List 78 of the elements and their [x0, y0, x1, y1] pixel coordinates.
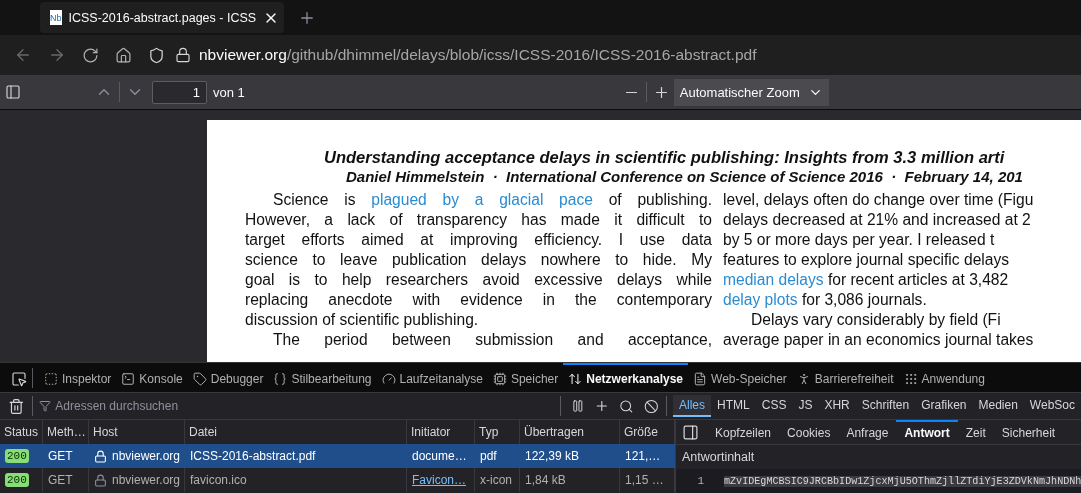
forward-icon[interactable] [48, 46, 66, 64]
devtools-tab[interactable]: Konsole [116, 363, 188, 392]
devtools-tab[interactable]: Speicher [487, 363, 564, 392]
up-down-arrows-icon [568, 371, 583, 386]
type-filter-button[interactable]: Grafiken [915, 395, 973, 417]
devtools-tab[interactable]: Anwendung [898, 363, 990, 392]
frame-icon [44, 371, 58, 386]
details-tab[interactable]: Zeit [957, 420, 994, 444]
table-cell[interactable]: ICSS-2016-abstract.pdf [185, 444, 407, 468]
panel-toggle-icon[interactable] [682, 423, 699, 441]
filter-icon [39, 400, 52, 412]
devtools-tab[interactable]: Barrierefreiheit [791, 363, 899, 392]
page-number-field[interactable]: 1 [152, 80, 207, 104]
details-tab[interactable]: Kopfzeilen [707, 420, 780, 444]
document-title: Understanding acceptance delays in scientific publishing: Insights from 3.3 million arti [323, 147, 1006, 167]
paragraph: Science is plagued by a glacial pace of publishing. However, a lack of transparency has made it difficult to target efforts aimed at improving efficiency. I use data science to leave publication delays nowhere to hide. My goal is to help researchers avoid excessive delays while replacing anecdote with evidence in the contemporary discussion of scientific publishing. [245, 190, 712, 330]
type-filter-button[interactable]: Medien [972, 395, 1024, 417]
trash-icon[interactable] [8, 397, 25, 415]
type-filter-button[interactable]: CSS [755, 395, 793, 417]
search-icon[interactable] [619, 398, 635, 414]
gauge-icon [381, 371, 396, 386]
link[interactable]: plagued by a glacial pace [371, 191, 593, 208]
site-icon: Nb [50, 10, 62, 25]
terminal-icon [121, 371, 136, 386]
link[interactable]: delay plots [723, 291, 798, 308]
filter-field[interactable]: Adressen durchsuchen [33, 394, 560, 418]
section-heading: Antwortinhalt [681, 449, 756, 466]
block-icon[interactable] [643, 398, 659, 414]
type-filter-button[interactable]: HTML [711, 395, 756, 417]
paragraph: Delays vary considerably by field (Fi average paper in an economics journal takes [723, 310, 1035, 350]
table-cell[interactable]: 121,… [620, 444, 675, 468]
pause-icon[interactable] [570, 399, 585, 413]
chip-icon [492, 371, 507, 386]
browser-tab[interactable]: Nb ICSS-2016-abstract.pages - ICSS [40, 2, 284, 33]
type-filter-button[interactable]: JS [792, 395, 819, 417]
document-icon [693, 371, 707, 386]
devtools-tab[interactable]: Inspektor [39, 363, 117, 392]
plus-icon[interactable] [594, 398, 610, 414]
details-tab[interactable]: Anfrage [838, 420, 897, 444]
table-cell[interactable]: 122,39 kB [520, 444, 620, 468]
lock-icon [94, 449, 107, 463]
zoom-select[interactable]: Automatischer Zoom [673, 78, 829, 106]
status-code: 200 [5, 473, 29, 487]
lock-icon [175, 47, 191, 63]
host-name: nbviewer.org [112, 449, 181, 463]
tag-icon [192, 371, 207, 386]
lock-icon [94, 473, 107, 487]
back-icon[interactable] [14, 46, 32, 64]
initiator-text: docume… [412, 449, 467, 463]
details-tab[interactable]: Cookies [779, 420, 839, 444]
type-filter-button[interactable]: Alles [673, 395, 712, 417]
details-tab[interactable]: Antwort [896, 420, 958, 444]
link[interactable]: Favicon… [412, 473, 467, 487]
devtools-tab[interactable]: Laufzeitanalyse [376, 363, 488, 392]
type-filter-button[interactable]: XHR [818, 395, 856, 417]
line-number: 1 [696, 475, 705, 487]
devtools-tab[interactable]: Web-Speicher [688, 363, 792, 392]
page-count: von 1 [213, 84, 245, 100]
pointer-icon [11, 370, 27, 387]
type-filter-button[interactable]: WebSoc [1023, 395, 1081, 417]
host-name: nbviewer.org [112, 473, 181, 487]
reload-icon[interactable] [82, 46, 99, 64]
status-code: 200 [5, 449, 29, 463]
sidebar-toggle-icon[interactable] [5, 84, 21, 100]
paragraph: level, delays often do change over time (Figu delays decreased at 21% and increased at 2 by 5 or more days per year. I released t features to explore journal specific delays median delays for recent articles at 3,482 delay plots for 3,086 journals. [723, 190, 1035, 310]
details-tab[interactable]: Sicherheit [993, 420, 1064, 444]
type-filter-button[interactable]: Schriften [855, 395, 916, 417]
dots-grid-icon [903, 371, 918, 386]
braces-icon [273, 371, 288, 386]
home-icon[interactable] [115, 46, 132, 64]
devtools-tab[interactable]: Stilbearbeitung [268, 363, 377, 392]
link[interactable]: median delays [723, 271, 824, 288]
table-cell[interactable]: GET [43, 444, 89, 468]
paragraph: The period between submission and acceptance, [272, 330, 712, 350]
shield-icon[interactable] [148, 46, 165, 64]
byline: Daniel Himmelstein · International Conference on Science of Science 2016 · February 14, 201 [345, 167, 1024, 187]
devtools-tab[interactable]: Debugger [187, 363, 269, 392]
table-cell[interactable]: pdf [475, 444, 520, 468]
